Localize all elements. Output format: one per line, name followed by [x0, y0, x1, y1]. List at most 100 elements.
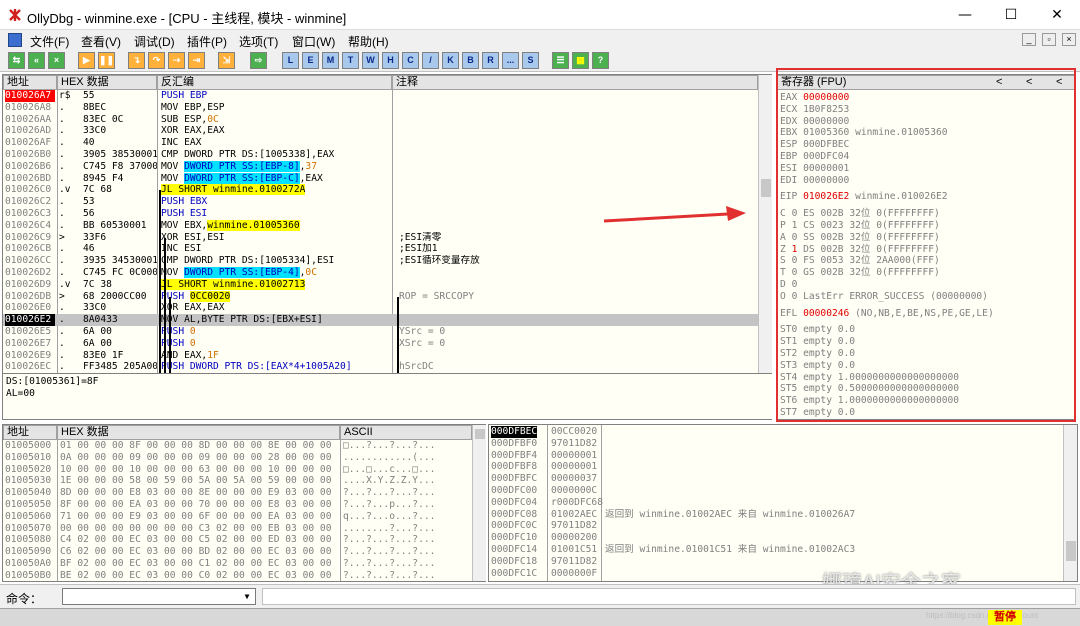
- dump-row[interactable]: 01005020 10 00 00 00 10 00 00 00 63 00 00…: [3, 464, 472, 476]
- disasm-row[interactable]: 010026E2. 8A0433 MOV AL,BYTE PTR DS:[EBX+E…: [3, 314, 758, 326]
- mdi-restore-button[interactable]: ▫: [1042, 33, 1056, 46]
- dump-row[interactable]: 01005080 C4 02 00 00 EC 03 00 00 C5 02 00…: [3, 534, 472, 546]
- menu-debug[interactable]: 调试(D): [134, 33, 175, 50]
- run-trace-window-button[interactable]: ...: [502, 52, 519, 69]
- minimize-button[interactable]: —: [942, 0, 988, 30]
- stack-row[interactable]: 000DFC00 0000000C: [489, 485, 1063, 497]
- menu-plugins[interactable]: 插件(P): [187, 33, 227, 50]
- mdi-close-button[interactable]: ×: [1062, 33, 1076, 46]
- stack-row[interactable]: 000DFBF0 97011D82: [489, 438, 1063, 450]
- dump-row[interactable]: 01005030 1E 00 00 00 58 00 59 00 5A 00 5A…: [3, 475, 472, 487]
- disasm-scroll-thumb[interactable]: [761, 179, 771, 197]
- disasm-row[interactable]: 010026CB. 46 INC ESI ;ESI加1: [3, 243, 758, 255]
- menu-window[interactable]: 窗口(W): [292, 33, 335, 50]
- disasm-row[interactable]: 010026B0. 3905 38530001 CMP DWORD PTR DS:[…: [3, 149, 758, 161]
- disasm-row[interactable]: 010026DB >68 2000CC00 PUSH 0CC0020 ROP = SR…: [3, 290, 758, 303]
- disasm-row[interactable]: 010026C9 >33F6 XOR ESI,ESI ;ESI清零: [3, 232, 758, 244]
- disasm-header-disassembly[interactable]: 反汇编: [157, 75, 392, 90]
- open-icon[interactable]: ⇆: [8, 52, 25, 69]
- goto-icon[interactable]: ⇨: [250, 52, 267, 69]
- disasm-scrollbar[interactable]: [758, 75, 772, 373]
- dump-row[interactable]: 01005090 C6 02 00 00 EC 03 00 00 BD 02 00…: [3, 546, 472, 558]
- disasm-row[interactable]: 010026AA. 83EC 0C SUB ESP,0C: [3, 114, 758, 126]
- mdi-minimize-button[interactable]: _: [1022, 33, 1036, 46]
- menu-options[interactable]: 选项(T): [239, 33, 278, 50]
- options-icon[interactable]: ▦: [572, 52, 589, 69]
- disasm-header-address[interactable]: 地址: [3, 75, 57, 90]
- stack-row[interactable]: 000DFC18 97011D82: [489, 556, 1063, 568]
- stack-listing[interactable]: 000DFBEC 00CC0020 000DFBF0 97011D82 000DFBF4…: [489, 425, 1063, 581]
- dump-listing[interactable]: 01005000 01 00 00 00 8F 00 00 00 8D 00 00…: [3, 440, 472, 581]
- stack-row[interactable]: 000DFC0C 97011D82: [489, 520, 1063, 532]
- disasm-row[interactable]: 010026EC. FF3485 205A000 PUSH DWORD PTR DS…: [3, 361, 758, 373]
- disasm-row[interactable]: 010026A7 r$ 55 PUSH EBP: [3, 90, 758, 102]
- stack-row[interactable]: 000DFC10 00000200: [489, 532, 1063, 544]
- disasm-row[interactable]: 010026E0. 33C0 XOR EAX,EAX: [3, 302, 758, 314]
- disasm-row[interactable]: 010026E7. 6A 00 PUSH 0 XSrc = 0: [3, 338, 758, 350]
- stack-row[interactable]: 000DFBF4 00000001: [489, 450, 1063, 462]
- chevron-down-icon[interactable]: ▼: [240, 590, 254, 603]
- disasm-row[interactable]: 010026D2. C745 FC 0C0000 MOV DWORD PTR SS:…: [3, 267, 758, 279]
- disasm-header-hex[interactable]: HEX 数据: [57, 75, 157, 90]
- maximize-button[interactable]: ☐: [988, 0, 1034, 30]
- dump-row[interactable]: 01005010 0A 00 00 00 09 00 00 00 09 00 00…: [3, 452, 472, 464]
- disasm-header-comment[interactable]: 注释: [392, 75, 758, 90]
- breakpoints-window-button[interactable]: B: [462, 52, 479, 69]
- menu-help[interactable]: 帮助(H): [348, 33, 389, 50]
- disasm-row[interactable]: 010026A8. 8BEC MOV EBP,ESP: [3, 102, 758, 114]
- command-input[interactable]: ▼: [62, 588, 256, 605]
- stack-row[interactable]: 000DFBEC 00CC0020: [489, 426, 1063, 438]
- memory-window-button[interactable]: M: [322, 52, 339, 69]
- dump-row[interactable]: 01005050 8F 00 00 00 EA 03 00 00 70 00 00…: [3, 499, 472, 511]
- menu-view[interactable]: 查看(V): [81, 33, 121, 50]
- disasm-row[interactable]: 010026AD. 33C0 XOR EAX,EAX: [3, 125, 758, 137]
- disasm-row[interactable]: 010026BD. 8945 F4 MOV DWORD PTR SS:[EBP-C]…: [3, 172, 758, 185]
- stack-row[interactable]: 000DFBF8 00000001: [489, 461, 1063, 473]
- help-icon[interactable]: ?: [592, 52, 609, 69]
- stack-row[interactable]: 000DFC1C 0000000F: [489, 568, 1063, 580]
- dump-row[interactable]: 01005000 01 00 00 00 8F 00 00 00 8D 00 00…: [3, 440, 472, 452]
- call-stack-window-button[interactable]: K: [442, 52, 459, 69]
- windows-window-button[interactable]: W: [362, 52, 379, 69]
- dump-header-hex[interactable]: HEX 数据: [57, 425, 340, 440]
- run-icon[interactable]: ▶: [78, 52, 95, 69]
- step-over-icon[interactable]: ↷: [148, 52, 165, 69]
- dump-scrollbar[interactable]: [472, 425, 486, 581]
- list-icon[interactable]: ☰: [552, 52, 569, 69]
- disasm-row[interactable]: 010026E9. 83E0 1F AND EAX,1F: [3, 350, 758, 362]
- patches-window-button[interactable]: /: [422, 52, 439, 69]
- modules-window-button[interactable]: E: [302, 52, 319, 69]
- stack-row[interactable]: 000DFBFC 00000037: [489, 473, 1063, 485]
- dump-row[interactable]: 01005040 8D 00 00 00 E8 03 00 00 8E 00 00…: [3, 487, 472, 499]
- cpu-window-button[interactable]: C: [402, 52, 419, 69]
- dump-scroll-thumb[interactable]: [475, 429, 485, 439]
- step-into-icon[interactable]: ↴: [128, 52, 145, 69]
- disasm-row[interactable]: 010026B6. C745 F8 370000 MOV DWORD PTR SS:…: [3, 160, 758, 173]
- source-window-button[interactable]: S: [522, 52, 539, 69]
- menu-file[interactable]: 文件(F): [30, 33, 69, 50]
- disasm-row[interactable]: 010026C0 .v 7C 68 JL SHORT winmine.0100272A: [3, 184, 758, 196]
- stack-row[interactable]: 000DFC04 r000DFC68: [489, 497, 1063, 509]
- stack-scroll-thumb[interactable]: [1066, 541, 1076, 561]
- close-program-icon[interactable]: ×: [48, 52, 65, 69]
- disasm-listing[interactable]: 010026A7 r$ 55 PUSH EBP 010026A8. 8BEC MOV EBP…: [3, 90, 758, 373]
- disasm-row[interactable]: 010026CC. 3935 34530001 CMP DWORD PTR DS:[…: [3, 255, 758, 267]
- pause-icon[interactable]: ❚❚: [98, 52, 115, 69]
- stack-row[interactable]: 000DFC08 01002AEC 返回到 winmine.01002AEC 来自 …: [489, 509, 1063, 521]
- stack-row[interactable]: 000DFC14 01001C51 返回到 winmine.01001C51 来自 …: [489, 544, 1063, 556]
- dump-row[interactable]: 010050A0 BF 02 00 00 EC 03 00 00 C1 02 00…: [3, 558, 472, 570]
- dump-header-ascii[interactable]: ASCII: [340, 425, 472, 440]
- restart-icon[interactable]: «: [28, 52, 45, 69]
- dump-row[interactable]: 01005060 71 00 00 00 E9 03 00 00 6F 00 00…: [3, 511, 472, 523]
- disasm-row[interactable]: 010026AF. 40 INC EAX: [3, 137, 758, 149]
- trace-over-icon[interactable]: ⇥: [188, 52, 205, 69]
- dump-row[interactable]: 010050B0 BE 02 00 00 EC 03 00 00 C0 02 00…: [3, 570, 472, 581]
- close-button[interactable]: ✕: [1034, 0, 1080, 30]
- stack-scrollbar[interactable]: [1063, 425, 1077, 581]
- log-window-button[interactable]: L: [282, 52, 299, 69]
- disasm-row[interactable]: 010026D9 .v 7C 38 JL SHORT winmine.01002713: [3, 278, 758, 291]
- dump-header-address[interactable]: 地址: [3, 425, 57, 440]
- dump-row[interactable]: 01005070 00 00 00 00 00 00 00 00 C3 02 00…: [3, 523, 472, 535]
- disasm-row[interactable]: 010026E5. 6A 00 PUSH 0 YSrc = 0: [3, 326, 758, 338]
- trace-into-icon[interactable]: ⇢: [168, 52, 185, 69]
